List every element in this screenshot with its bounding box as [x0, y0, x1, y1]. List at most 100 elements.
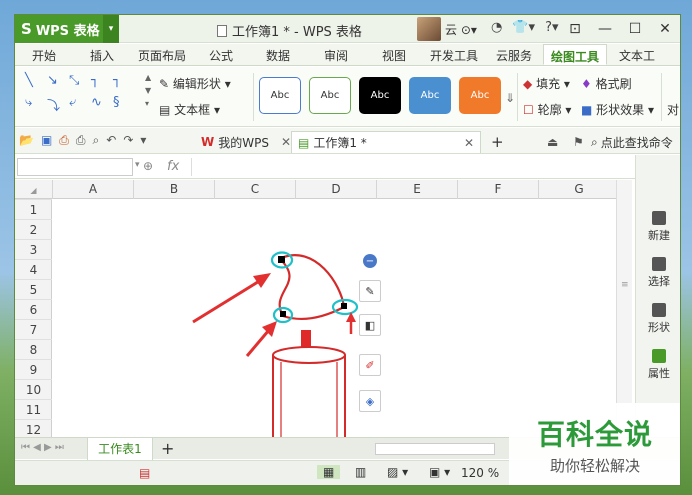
double-arrow-shape-icon[interactable]: ⤡: [69, 73, 79, 88]
scroll-thumb[interactable]: ≡: [621, 280, 629, 300]
sheet-nav-arrows[interactable]: ⏮ ◀ ▶ ⏭: [21, 442, 64, 453]
shapes-gallery[interactable]: ╲ ↘ ⤡ ┐ ┐ ⤷ ⤵ ⤶ ∿ §: [25, 73, 143, 121]
save-icon[interactable]: ▣: [41, 133, 52, 148]
text-box-button[interactable]: ▤ 文本框 ▾: [159, 101, 220, 118]
normal-view-icon[interactable]: ▦: [317, 465, 341, 479]
panel-properties[interactable]: 属性: [636, 349, 680, 381]
shape-style-1[interactable]: Abc: [259, 77, 301, 114]
close-icon[interactable]: ✕: [464, 136, 474, 150]
shape-style-3[interactable]: Abc: [359, 77, 401, 114]
add-sheet-button[interactable]: +: [161, 439, 174, 458]
tab-drawing-tools[interactable]: 绘图工具: [543, 44, 607, 65]
sheet-doc-icon: ▤: [298, 135, 310, 150]
panel-new[interactable]: 新建: [636, 211, 680, 243]
tab-developer[interactable]: 开发工具: [423, 44, 485, 65]
tab-formulas[interactable]: 公式: [193, 44, 249, 65]
tab-list-icon[interactable]: ⏏: [541, 131, 564, 153]
edit-text-icon[interactable]: ✎: [359, 280, 381, 302]
align-button[interactable]: 对: [667, 101, 679, 118]
title-toolbar: ◔ 👕▾ ?▾: [491, 20, 559, 35]
page-break-view-icon[interactable]: ▨ ▾: [387, 465, 408, 479]
sheet-tab[interactable]: 工作表1: [87, 438, 153, 460]
tab-home[interactable]: 开始: [15, 44, 73, 65]
fill-bucket-icon[interactable]: ◧: [359, 314, 381, 336]
tab-page-layout[interactable]: 页面布局: [131, 44, 193, 65]
edit-shape-button[interactable]: ✎ 编辑形状 ▾: [159, 75, 231, 92]
avatar[interactable]: [417, 17, 441, 41]
elbow-connector-icon[interactable]: ┐: [91, 73, 99, 88]
minimize-button[interactable]: —: [590, 15, 620, 43]
format-painter-button[interactable]: ♦ 格式刷: [581, 75, 632, 92]
tab-insert[interactable]: 插入: [73, 44, 131, 65]
edit-point-handles[interactable]: [270, 251, 359, 324]
properties-icon: [652, 349, 666, 363]
horizontal-scrollbar[interactable]: [375, 443, 495, 455]
zoom-search-icon[interactable]: ⊕: [143, 159, 153, 173]
tab-review[interactable]: 审阅: [307, 44, 365, 65]
shape-style-2[interactable]: Abc: [309, 77, 351, 114]
name-box-dropdown[interactable]: ▾: [135, 160, 140, 170]
curve-connector-icon[interactable]: ⤷: [25, 95, 32, 110]
curve-double-arrow-icon[interactable]: ⤶: [69, 95, 76, 110]
close-icon[interactable]: ✕: [281, 135, 291, 149]
restore-ribbon-icon[interactable]: ⊡: [560, 15, 590, 43]
skin-icon[interactable]: ◔: [491, 20, 502, 35]
bottle-shape[interactable]: [272, 330, 346, 437]
tab-text-tools[interactable]: 文本工: [607, 44, 667, 65]
shirt-icon[interactable]: 👕▾: [512, 20, 535, 35]
close-button[interactable]: ✕: [650, 15, 680, 43]
maximize-button[interactable]: ☐: [620, 15, 650, 43]
app-name: WPS 表格: [35, 23, 100, 39]
ribbon-divider: [517, 73, 518, 121]
arrow-shape-icon[interactable]: ↘: [47, 73, 58, 88]
zoom-level[interactable]: 120 %: [461, 466, 499, 480]
tab-my-wps[interactable]: W 我的WPS ✕: [195, 131, 297, 153]
print-icon[interactable]: ⎙: [76, 133, 86, 148]
panel-select[interactable]: 选择: [636, 257, 680, 289]
chevron-down-icon[interactable]: ▾: [103, 15, 119, 43]
export-pdf-icon[interactable]: ⎙: [59, 133, 69, 148]
tab-view[interactable]: 视图: [365, 44, 423, 65]
fx-icon[interactable]: fx: [167, 159, 179, 174]
undo-icon[interactable]: ↶: [106, 133, 116, 148]
panel-shapes[interactable]: 形状: [636, 303, 680, 335]
shape-style-4[interactable]: Abc: [409, 77, 451, 114]
open-folder-icon[interactable]: 📂: [19, 133, 34, 148]
command-search[interactable]: ⌕ 点此查找命令: [585, 131, 679, 153]
scribble-icon[interactable]: §: [113, 95, 120, 110]
freeform-icon[interactable]: ∿: [91, 95, 102, 110]
vertical-scrollbar[interactable]: ≡: [616, 180, 632, 437]
name-box[interactable]: [17, 158, 133, 176]
tab-workbook1[interactable]: ▤ 工作簿1 * ✕: [291, 131, 481, 153]
page-layout-view-icon[interactable]: ▥: [355, 465, 366, 479]
elbow-arrow-connector-icon[interactable]: ┐: [113, 73, 121, 88]
curve-arrow-icon[interactable]: ⤵: [47, 95, 60, 114]
style-gallery-more[interactable]: ⇓: [505, 91, 515, 105]
help-icon[interactable]: ?▾: [545, 20, 558, 35]
shape-style-5[interactable]: Abc: [459, 77, 501, 114]
collapse-icon[interactable]: −: [363, 254, 377, 268]
redo-icon[interactable]: ↷: [123, 133, 133, 148]
fill-button[interactable]: ◆ 填充 ▾: [523, 75, 570, 92]
ribbon-divider: [253, 73, 254, 121]
outline-pen-icon[interactable]: ✐: [359, 354, 381, 376]
tab-data[interactable]: 数据: [249, 44, 307, 65]
user-name[interactable]: 云 ⊙▾: [445, 21, 477, 38]
reading-mode-icon[interactable]: ▣ ▾: [429, 465, 450, 479]
wps-logo-button[interactable]: S WPS 表格 ▾: [15, 15, 119, 43]
print-preview-icon[interactable]: ⌕: [93, 133, 100, 148]
macro-icon[interactable]: ▤: [139, 466, 150, 480]
gallery-scroll[interactable]: ▲ ▼ ▾: [145, 71, 151, 110]
new-tab-button[interactable]: +: [485, 131, 510, 153]
formula-input[interactable]: [191, 158, 631, 176]
layer-order-icon[interactable]: ◈: [359, 390, 381, 412]
customize-icon[interactable]: ▾: [140, 133, 146, 148]
worksheet-grid[interactable]: ◢ A B C D E F G 1 2 3 4 5 6 7 8 9 10 11 …: [15, 180, 631, 437]
watermark-logo: 百科全说 助你轻松解决: [509, 403, 680, 485]
quick-access-bar: 📂 ▣ ⎙ ⎙ ⌕ ↶ ↷ ▾ W 我的WPS ✕ ▤ 工作簿1 * ✕ + ⏏ ⚑…: [15, 128, 680, 154]
outline-button[interactable]: ☐ 轮廓 ▾: [523, 101, 571, 118]
tab-cloud[interactable]: 云服务: [485, 44, 543, 65]
shape-effects-button[interactable]: ■ 形状效果 ▾: [581, 101, 654, 118]
watermark-subtitle: 助你轻松解决: [549, 457, 640, 475]
line-shape-icon[interactable]: ╲: [25, 73, 33, 88]
